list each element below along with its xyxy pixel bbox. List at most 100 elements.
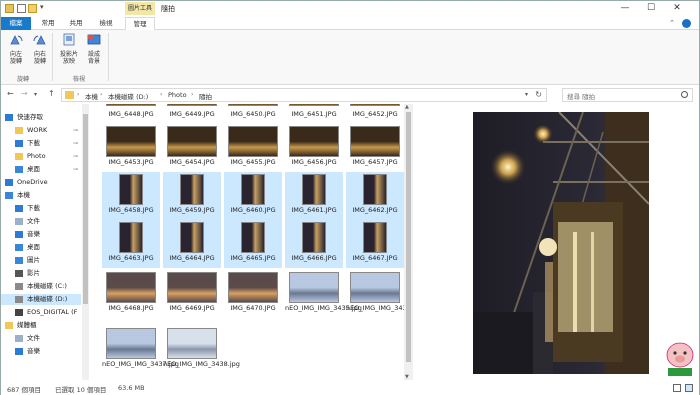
sidebar-item[interactable]: 下載 bbox=[1, 203, 81, 214]
sidebar-item[interactable]: 桌面 bbox=[1, 242, 81, 253]
file-tile[interactable]: IMG_6467.JPG bbox=[346, 220, 404, 268]
file-tile[interactable]: IMG_6464.JPG bbox=[163, 220, 221, 268]
sidebar-item[interactable]: 本機磁碟 (C:) bbox=[1, 281, 81, 292]
up-button[interactable]: ↑ bbox=[48, 89, 55, 98]
search-box[interactable]: 搜尋 隨拍 bbox=[562, 88, 693, 102]
folder-icon bbox=[15, 153, 23, 160]
sidebar-item[interactable]: OneDrive bbox=[1, 177, 81, 188]
rotate-right-button[interactable]: 向右 旋轉 bbox=[28, 33, 52, 65]
collapse-ribbon-icon[interactable]: ⌃ bbox=[669, 17, 675, 30]
breadcrumb-item[interactable]: 本機 bbox=[85, 91, 98, 101]
scroll-up-icon[interactable]: ▲ bbox=[405, 104, 409, 110]
sidebar-item[interactable]: WORK ⊸ bbox=[1, 125, 81, 136]
tab-manage[interactable]: 管理 bbox=[125, 17, 155, 31]
file-tile[interactable]: IMG_6459.JPG bbox=[163, 172, 221, 220]
file-name: IMG_6456.JPG bbox=[291, 158, 337, 166]
breadcrumb-separator: › bbox=[77, 91, 80, 98]
sidebar-item[interactable]: 影片 bbox=[1, 268, 81, 279]
sidebar-item[interactable]: 文件 bbox=[1, 216, 81, 227]
file-list-scrollbar[interactable]: ▲ ▼ bbox=[404, 104, 413, 380]
scroll-down-icon[interactable]: ▼ bbox=[405, 374, 409, 380]
pin-icon[interactable]: ⊸ bbox=[73, 125, 78, 136]
file-name: IMG_6457.JPG bbox=[352, 158, 398, 166]
search-icon[interactable] bbox=[681, 91, 688, 98]
sidebar-item[interactable]: 桌面 ⊸ bbox=[1, 164, 81, 175]
address-bar[interactable]: › 本機 › 本機磁碟 (D:) › Photo › 隨拍 ▾ ↻ bbox=[61, 88, 547, 102]
file-tile[interactable]: IMG_6469.JPG bbox=[163, 270, 221, 318]
sidebar-item[interactable]: 音樂 bbox=[1, 346, 81, 357]
sidebar-item[interactable]: EOS_DIGITAL (F bbox=[1, 307, 81, 318]
navigation-scrollbar[interactable] bbox=[82, 104, 89, 380]
maximize-button[interactable]: ☐ bbox=[639, 1, 663, 16]
breadcrumb-item[interactable]: Photo bbox=[168, 91, 187, 99]
sidebar-item[interactable]: 音樂 bbox=[1, 229, 81, 240]
file-thumbnail bbox=[180, 174, 204, 205]
file-tile[interactable]: IMG_6458.JPG bbox=[102, 172, 160, 220]
sidebar-item[interactable]: 本機磁碟 (D:) bbox=[1, 294, 81, 305]
file-name: nEO_IMG_IMG_3435.jpg bbox=[285, 304, 362, 312]
file-tile[interactable]: IMG_6455.JPG bbox=[224, 124, 282, 172]
help-icon[interactable] bbox=[682, 19, 691, 28]
file-tile[interactable]: IMG_6460.JPG bbox=[224, 172, 282, 220]
scrollbar-thumb[interactable] bbox=[406, 112, 411, 362]
new-folder-icon[interactable] bbox=[28, 4, 37, 13]
file-tile[interactable]: nEO_IMG_IMG_3438.jpg bbox=[163, 326, 240, 374]
rotate-left-button[interactable]: 向左 旋轉 bbox=[4, 33, 28, 65]
file-tile[interactable]: IMG_6457.JPG bbox=[346, 124, 404, 172]
back-button[interactable]: ← bbox=[7, 89, 14, 98]
file-tile[interactable]: IMG_6461.JPG bbox=[285, 172, 343, 220]
sidebar-item[interactable]: Photo ⊸ bbox=[1, 151, 81, 162]
close-button[interactable]: ✕ bbox=[665, 1, 689, 16]
search-placeholder: 搜尋 隨拍 bbox=[567, 93, 596, 101]
address-dropdown[interactable]: ▾ bbox=[525, 91, 528, 98]
sidebar-item[interactable]: 媒體櫃 bbox=[1, 320, 81, 331]
tab-share[interactable]: 共用 bbox=[65, 17, 87, 30]
file-thumbnail bbox=[289, 272, 339, 303]
tab-file[interactable]: 檔案 bbox=[1, 17, 31, 30]
file-tile[interactable]: IMG_6463.JPG bbox=[102, 220, 160, 268]
breadcrumb-item[interactable]: 隨拍 bbox=[199, 91, 212, 101]
file-tile[interactable]: IMG_6466.JPG bbox=[285, 220, 343, 268]
details-view-icon[interactable] bbox=[673, 384, 681, 392]
sidebar-item-label: 快速存取 bbox=[17, 113, 43, 121]
slideshow-button[interactable]: 投影片 放映 bbox=[57, 33, 81, 65]
file-tile[interactable]: nEO_IMG_IMG_3437.jpg bbox=[102, 326, 179, 374]
file-tile[interactable]: IMG_6456.JPG bbox=[285, 124, 343, 172]
file-tile[interactable]: IMG_6462.JPG bbox=[346, 172, 404, 220]
file-tile[interactable]: IMG_6465.JPG bbox=[224, 220, 282, 268]
file-thumbnail bbox=[228, 272, 278, 303]
forward-button[interactable]: → bbox=[21, 89, 28, 98]
recent-locations-dropdown[interactable]: ▾ bbox=[34, 91, 37, 98]
refresh-icon[interactable]: ↻ bbox=[535, 90, 542, 99]
file-thumbnail bbox=[241, 174, 265, 205]
file-tile[interactable]: nEO_IMG_IMG_3436.jpg bbox=[346, 270, 412, 318]
file-name: IMG_6461.JPG bbox=[291, 206, 337, 214]
sidebar-item[interactable]: 下載 ⊸ bbox=[1, 138, 81, 149]
pin-icon[interactable]: ⊸ bbox=[73, 138, 78, 149]
file-tile[interactable]: IMG_6454.JPG bbox=[163, 124, 221, 172]
file-tile[interactable]: IMG_6468.JPG bbox=[102, 270, 160, 318]
sidebar-item[interactable]: 快速存取 bbox=[1, 112, 81, 123]
breadcrumb-item[interactable]: 本機磁碟 (D:) bbox=[108, 91, 148, 101]
file-tile[interactable]: nEO_IMG_IMG_3435.jpg bbox=[285, 270, 362, 318]
status-selected-count: 已選取 10 個項目 bbox=[55, 386, 107, 394]
properties-icon[interactable] bbox=[17, 4, 26, 13]
scrollbar-thumb[interactable] bbox=[83, 114, 88, 304]
status-item-count: 687 個項目 bbox=[7, 386, 41, 394]
large-icons-view-icon[interactable] bbox=[685, 384, 693, 392]
file-tile[interactable]: IMG_6470.JPG bbox=[224, 270, 282, 318]
tab-home[interactable]: 常用 bbox=[37, 17, 59, 30]
file-tile[interactable]: IMG_6453.JPG bbox=[102, 124, 160, 172]
sidebar-item[interactable]: 本機 bbox=[1, 190, 81, 201]
sidebar-item[interactable]: 文件 bbox=[1, 333, 81, 344]
sidebar-item[interactable]: 圖片 bbox=[1, 255, 81, 266]
quick-access-dropdown[interactable]: ▾ bbox=[40, 3, 44, 11]
tab-view[interactable]: 檢視 bbox=[95, 17, 117, 30]
set-background-button[interactable]: 設成 背景 bbox=[82, 33, 106, 65]
rotate-right-label-1: 向右 bbox=[33, 51, 46, 58]
minimize-button[interactable]: — bbox=[613, 1, 637, 16]
file-thumbnail bbox=[302, 222, 326, 253]
pin-icon[interactable]: ⊸ bbox=[73, 164, 78, 175]
sidebar-item-label: WORK bbox=[27, 126, 48, 134]
pin-icon[interactable]: ⊸ bbox=[73, 151, 78, 162]
